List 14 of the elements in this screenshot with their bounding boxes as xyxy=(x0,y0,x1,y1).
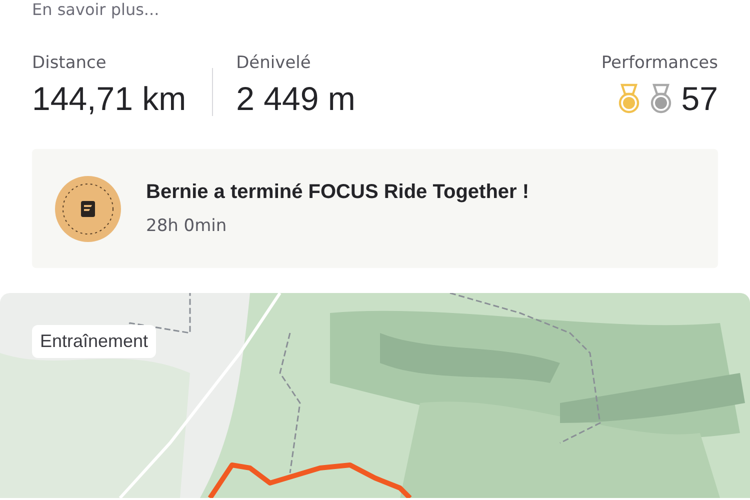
challenge-duration: 28h 0min xyxy=(146,216,228,236)
challenge-title: Bernie a terminé FOCUS Ride Together ! xyxy=(146,181,530,204)
stat-label: Dénivelé xyxy=(236,53,312,73)
stat-value: 2 449 m xyxy=(236,79,356,119)
performance-count: 57 xyxy=(681,79,718,119)
stat-label: Distance xyxy=(32,53,108,73)
stat-value: 144,71 km xyxy=(32,79,186,119)
challenge-card[interactable]: Bernie a terminé FOCUS Ride Together ! 28h 0min xyxy=(32,149,718,268)
medal-icon xyxy=(617,83,642,115)
medal-icon xyxy=(649,83,674,115)
challenge-badge-icon xyxy=(55,176,121,242)
activity-tag: Entraînement xyxy=(32,325,156,358)
learn-more-link[interactable]: En savoir plus... xyxy=(32,0,750,20)
stat-label: Performances xyxy=(601,53,718,73)
